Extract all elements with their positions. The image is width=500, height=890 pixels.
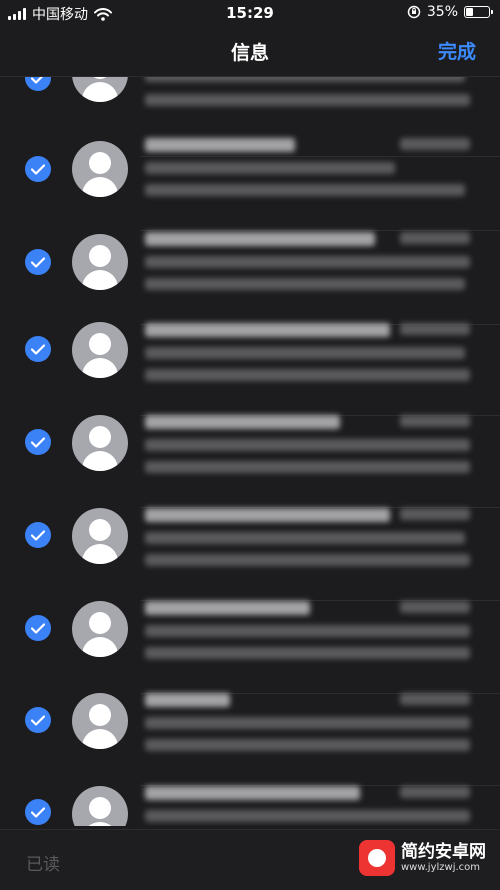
- contact-avatar-icon: [72, 601, 128, 657]
- checkmark-icon[interactable]: [25, 249, 51, 275]
- message-row[interactable]: [0, 322, 500, 416]
- contact-avatar-icon: [72, 693, 128, 749]
- watermark-url: www.jylzwj.com: [401, 862, 481, 873]
- message-preview-blurred: [145, 278, 465, 290]
- checkmark-icon[interactable]: [25, 707, 51, 733]
- status-bar: 中国移动 15:29 35%: [0, 0, 500, 26]
- sender-blurred: [145, 601, 310, 615]
- date-blurred: [400, 508, 470, 520]
- sender-blurred: [145, 508, 390, 522]
- message-preview-blurred: [145, 347, 465, 359]
- date-blurred: [400, 693, 470, 705]
- message-row[interactable]: [0, 693, 500, 786]
- message-row[interactable]: [0, 415, 500, 508]
- done-button[interactable]: 完成: [438, 37, 476, 64]
- checkmark-icon[interactable]: [25, 522, 51, 548]
- date-blurred: [400, 786, 470, 798]
- message-preview-blurred: [145, 369, 470, 381]
- checkmark-icon[interactable]: [25, 336, 51, 362]
- battery-percent: 35%: [426, 4, 458, 20]
- message-preview-blurred: [145, 532, 465, 544]
- contact-avatar-icon: [72, 141, 128, 197]
- date-blurred: [400, 601, 470, 613]
- message-preview-blurred: [145, 554, 470, 566]
- message-preview-blurred: [145, 625, 470, 637]
- checkmark-icon[interactable]: [25, 429, 51, 455]
- checkmark-icon[interactable]: [25, 615, 51, 641]
- message-preview-blurred: [145, 256, 470, 268]
- message-preview-blurred: [145, 162, 395, 174]
- message-list[interactable]: [0, 26, 500, 826]
- message-preview-blurred: [145, 94, 470, 106]
- watermark: 简约安卓网 www.jylzwj.com: [359, 840, 486, 876]
- message-preview-blurred: [145, 739, 470, 751]
- checkmark-icon[interactable]: [25, 799, 51, 825]
- sender-blurred: [145, 138, 295, 152]
- navigation-bar: 信息 完成: [0, 26, 500, 77]
- message-preview-blurred: [145, 810, 470, 822]
- sender-blurred: [145, 415, 340, 429]
- page-title: 信息: [230, 42, 269, 64]
- orientation-lock-icon: [407, 5, 421, 19]
- message-row[interactable]: [0, 230, 500, 325]
- sender-blurred: [145, 786, 360, 800]
- message-preview-blurred: [145, 461, 470, 473]
- date-blurred: [400, 138, 470, 150]
- contact-avatar-icon: [72, 415, 128, 471]
- contact-avatar-icon: [72, 786, 128, 826]
- contact-avatar-icon: [72, 508, 128, 564]
- mark-read-button[interactable]: 已读: [26, 850, 60, 875]
- sender-blurred: [145, 232, 375, 246]
- message-preview-blurred: [145, 717, 470, 729]
- message-preview-blurred: [145, 439, 470, 451]
- message-row[interactable]: [0, 786, 500, 826]
- watermark-logo-icon: [359, 840, 395, 876]
- message-preview-blurred: [145, 184, 465, 196]
- checkmark-icon[interactable]: [25, 156, 51, 182]
- contact-avatar-icon: [72, 234, 128, 290]
- message-row[interactable]: [0, 136, 500, 231]
- bottom-toolbar: 已读 简约安卓网 www.jylzwj.com: [0, 829, 500, 890]
- contact-avatar-icon: [72, 322, 128, 378]
- watermark-name: 简约安卓网: [401, 842, 486, 862]
- date-blurred: [400, 323, 470, 335]
- date-blurred: [400, 232, 470, 244]
- date-blurred: [400, 415, 470, 427]
- sender-blurred: [145, 323, 390, 337]
- message-row[interactable]: [0, 508, 500, 601]
- message-row[interactable]: [0, 601, 500, 694]
- message-preview-blurred: [145, 647, 470, 659]
- sender-blurred: [145, 693, 230, 707]
- battery-icon: [464, 6, 493, 18]
